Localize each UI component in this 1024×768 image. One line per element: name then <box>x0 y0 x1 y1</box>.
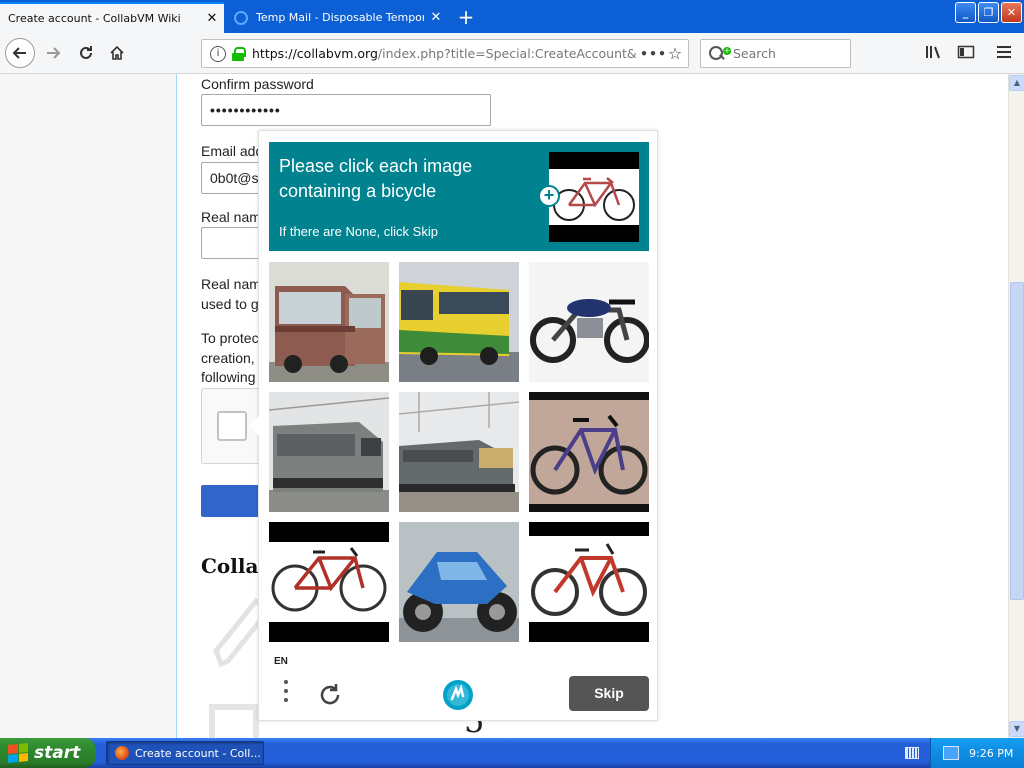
captcha-prompt-text: Please click each image containing a bic… <box>279 156 473 201</box>
back-button[interactable] <box>5 38 35 68</box>
real-name-help-line-2: used to g <box>201 296 259 312</box>
confirm-password-label: Confirm password <box>201 76 314 92</box>
page-actions-icon[interactable]: ••• <box>640 46 666 61</box>
captcha-tile-3[interactable] <box>529 262 649 382</box>
browser-tab-bar: Create account - CollabVM Wiki ✕ Temp Ma… <box>0 0 1024 33</box>
firefox-icon <box>115 746 129 760</box>
reload-button[interactable] <box>71 38 101 68</box>
protect-text-line-2: creation, <box>201 350 255 366</box>
desktop-screen: { "browser": { "tabs": [ {"title": "Crea… <box>0 0 1024 768</box>
captcha-tile-6[interactable] <box>529 392 649 512</box>
captcha-prompt-banner: Please click each image containing a bic… <box>269 142 649 251</box>
info-icon[interactable]: i <box>210 45 226 62</box>
captcha-tile-7[interactable] <box>269 522 389 642</box>
tab-close-icon[interactable]: ✕ <box>424 10 448 25</box>
tab-title: Temp Mail - Disposable Temporary E <box>256 11 424 24</box>
url-text[interactable]: https://collabvm.org/index.php?title=Spe… <box>252 46 640 61</box>
real-name-label: Real nam <box>201 209 261 225</box>
captcha-tile-5[interactable] <box>399 392 519 512</box>
network-icon[interactable] <box>943 746 959 760</box>
collabvm-heading: Colla <box>201 554 259 578</box>
hamburger-menu-icon[interactable] <box>994 44 1014 64</box>
refresh-icon[interactable] <box>316 681 344 709</box>
reload-icon <box>80 46 92 59</box>
tab-create-account[interactable]: Create account - CollabVM Wiki ✕ <box>0 2 224 33</box>
search-placeholder: Search <box>733 46 776 61</box>
captcha-tile-4[interactable] <box>269 392 389 512</box>
captcha-tile-1[interactable] <box>269 262 389 382</box>
arrow-left-icon <box>12 47 26 59</box>
taskbar: start Create account - Coll... 9:26 PM <box>0 738 1024 768</box>
start-button[interactable]: start <box>0 738 96 768</box>
url-path: /index.php?title=Special:CreateAccount& <box>377 46 637 61</box>
url-bar[interactable]: i https://collabvm.org/index.php?title=S… <box>201 39 689 68</box>
system-tray: 9:26 PM <box>930 738 1024 768</box>
dialog-pointer <box>249 416 259 436</box>
protect-text-line-3: following <box>201 369 256 385</box>
more-options-icon[interactable] <box>281 680 291 708</box>
tab-close-icon[interactable]: ✕ <box>200 11 224 26</box>
home-button[interactable] <box>102 38 132 68</box>
language-selector[interactable]: EN <box>274 656 288 667</box>
scroll-thumb[interactable] <box>1010 282 1024 600</box>
close-window-button[interactable]: ✕ <box>1001 2 1022 23</box>
password-dots: •••••••••••• <box>210 102 281 118</box>
minimize-button[interactable]: _ <box>955 2 976 23</box>
start-label: start <box>34 743 81 763</box>
captcha-challenge-dialog: Please click each image containing a bic… <box>249 130 658 721</box>
library-icon[interactable] <box>924 44 944 64</box>
confirm-password-field[interactable]: •••••••••••• <box>201 94 491 126</box>
taskbar-item-firefox[interactable]: Create account - Coll... <box>106 741 264 765</box>
clock[interactable]: 9:26 PM <box>969 747 1013 760</box>
wiki-sidebar <box>0 74 177 738</box>
lock-icon <box>232 46 246 61</box>
taskbar-item-label: Create account - Coll... <box>135 746 261 760</box>
url-host: https://collabvm.org <box>252 46 378 61</box>
browser-nav-bar: i https://collabvm.org/index.php?title=S… <box>0 33 1024 74</box>
temp-mail-favicon-icon <box>234 10 248 25</box>
bicycle-example-icon <box>553 177 635 221</box>
scroll-down-arrow-icon[interactable]: ▼ <box>1009 721 1024 737</box>
tab-title: Create account - CollabVM Wiki <box>8 12 181 25</box>
search-bar[interactable]: + Search <box>700 39 851 68</box>
example-image[interactable]: + <box>538 152 639 242</box>
arrow-right-icon <box>47 47 61 59</box>
windows-logo-icon <box>8 742 28 764</box>
forward-button[interactable] <box>38 38 68 68</box>
captcha-prompt-subtext: If there are None, click Skip <box>279 224 438 239</box>
hcaptcha-logo-icon <box>443 680 473 710</box>
new-tab-button[interactable]: + <box>452 4 480 30</box>
captcha-tile-8[interactable] <box>399 522 519 642</box>
vertical-scrollbar[interactable]: ▲ ▼ <box>1008 74 1024 738</box>
scroll-up-arrow-icon[interactable]: ▲ <box>1009 75 1024 91</box>
restore-button[interactable]: ❐ <box>978 2 999 23</box>
captcha-tile-2[interactable] <box>399 262 519 382</box>
home-icon <box>110 45 124 60</box>
search-icon: + <box>709 45 731 62</box>
captcha-checkbox[interactable] <box>217 411 247 441</box>
document-icon <box>209 704 259 738</box>
email-label: Email add <box>201 143 264 159</box>
protect-text-line-1: To protec <box>201 330 259 346</box>
real-name-help-line-1: Real nam <box>201 276 261 292</box>
sidebar-icon[interactable] <box>956 44 976 64</box>
bookmark-star-icon[interactable]: ☆ <box>662 44 688 63</box>
tab-temp-mail[interactable]: Temp Mail - Disposable Temporary E ✕ <box>226 2 448 33</box>
keyboard-icon[interactable] <box>905 747 919 759</box>
email-value: 0b0t@s <box>210 170 259 186</box>
window-controls: _ ❐ ✕ <box>955 2 1022 23</box>
skip-button[interactable]: Skip <box>569 676 649 711</box>
captcha-tile-9[interactable] <box>529 522 649 642</box>
plus-icon[interactable]: + <box>538 185 560 207</box>
